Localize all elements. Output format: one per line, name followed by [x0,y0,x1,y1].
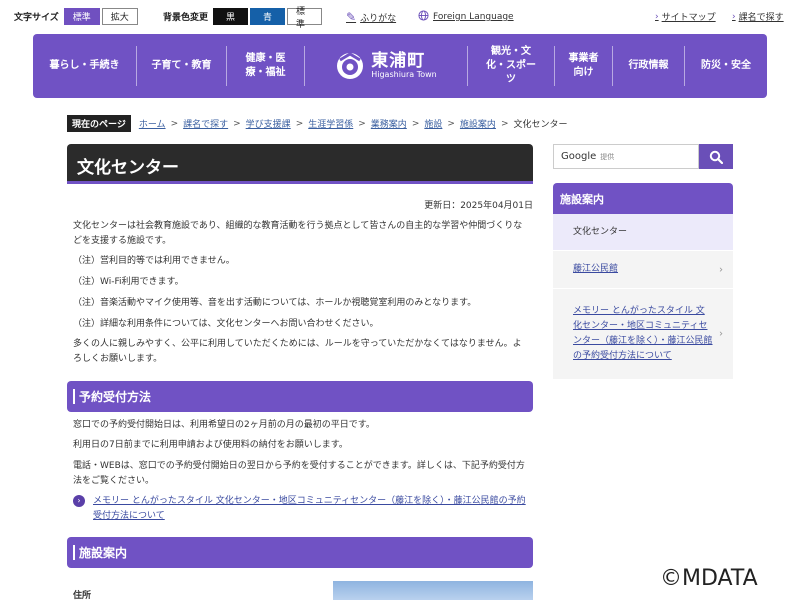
logo-japanese: 東浦町 [371,51,426,71]
breadcrumb-current: 文化センター [513,120,568,130]
nav-label: 行政情報 [628,60,669,71]
updated-date: 更新日：2025年04月01日 [424,201,533,211]
breadcrumb-separator: > [411,118,420,129]
nav-item-business[interactable]: 事業者向け [555,46,613,86]
font-size-large-button[interactable]: 拡大 [101,8,138,25]
sidebar-item-label: 文化センター [573,226,628,237]
breadcrumb-separator: > [170,118,179,129]
nav-label: 子育て・教育 [151,60,212,71]
chevron-right-icon: › [719,328,723,340]
arrow-right-icon: › [73,495,85,507]
chevron-right-icon: › [719,264,723,275]
breadcrumb: 現在のページ ホーム > 課名で探す > 学び支援課 > 生涯学習係 > 業務案内 > 施… [67,115,568,132]
breadcrumb-separator: > [295,118,304,129]
town-emblem-icon [337,52,364,79]
note-item: （注）音楽活動やマイク使用等、音を出す活動については、ホールか視聴覚室利用のみと… [73,298,477,308]
breadcrumb-link[interactable]: 施設 [424,117,442,130]
furigana-link[interactable]: ✎ ふりがな [346,10,396,24]
nav-label: 防災・安全 [701,60,751,71]
intro-text: 文化センターは社会教育施設であり、組織的な教育活動を行う拠点として皆さんの自主的… [73,221,523,246]
note-item: （注）Wi-Fi利用できます。 [73,277,184,287]
nav-item-childcare[interactable]: 子育て・教育 [137,46,227,86]
facility-photo [333,581,533,600]
sidebar-item-label: メモリー とんがったスタイル 文化センター・地区コミュニティセンター（藤江を除く… [573,306,713,361]
section-heading-reservation: 予約受付方法 [67,381,533,412]
site-logo[interactable]: 東浦町 Higashiura Town [305,34,467,98]
google-label: Google [561,151,597,162]
breadcrumb-link[interactable]: 課名で探す [183,117,228,130]
breadcrumb-separator: > [500,118,509,129]
foreign-language-link[interactable]: Foreign Language [418,10,514,24]
nav-label: 健康・医療・福祉 [245,53,286,78]
search-by-section-label: 課名で探す [738,13,784,23]
reservation-method-link[interactable]: › メモリー とんがったスタイル 文化センター・地区コミュニティセンター（藤江を… [73,494,533,524]
globe-icon [418,10,429,24]
closing-text: 多くの人に親しみやすく、公平に利用していただくためには、ルールを守っていただかな… [73,339,522,364]
sidebar-item-label: 藤江公民館 [573,264,619,274]
reservation-text: 電話・WEBは、窓口での予約受付開始日の翌日から予約を受付することができます。詳… [73,461,525,486]
sitemap-label: サイトマップ [661,13,716,23]
reservation-text: 窓口での予約受付開始日は、利用希望日の2ヶ月前の月の最初の平日です。 [73,420,375,430]
breadcrumb-link[interactable]: 施設案内 [460,117,496,130]
bg-blue-button[interactable]: 青 [250,8,286,25]
sidebar-heading: 施設案内 [553,183,733,214]
copyright-watermark: ©MDATA [660,566,758,591]
bg-color-label: 背景色変更 [163,13,209,23]
pencil-icon: ✎ [346,10,357,24]
note-item: （注）詳細な利用条件については、文化センターへお問い合わせください。 [73,319,379,329]
foreign-language-label: Foreign Language [433,12,514,22]
section-heading-facility: 施設案内 [67,537,533,568]
breadcrumb-link[interactable]: 生涯学習係 [308,117,353,130]
breadcrumb-link[interactable]: 業務案内 [371,117,407,130]
breadcrumb-head: 現在のページ [67,115,131,132]
font-size-group: 文字サイズ 標準 拡大 [14,8,140,25]
title-underline [67,181,533,184]
address-label: 住所 [73,591,92,600]
breadcrumb-link[interactable]: 学び支援課 [246,117,291,130]
logo-text: 東浦町 Higashiura Town [371,52,437,80]
search-by-section-link[interactable]: › 課名で探す [732,10,784,24]
chevron-right-icon: › [732,11,736,22]
sidebar-item-fujie-hall[interactable]: 藤江公民館 › [553,251,733,288]
note-item: （注）営利目的等では利用できません。 [73,256,235,266]
sidebar-item-reservation-method[interactable]: メモリー とんがったスタイル 文化センター・地区コミュニティセンター（藤江を除く… [553,289,733,379]
nav-item-health[interactable]: 健康・医療・福祉 [227,46,305,86]
nav-label: 暮らし・手続き [49,60,120,71]
nav-item-administration[interactable]: 行政情報 [613,46,685,86]
furigana-label: ふりがな [360,13,397,24]
sidebar-item-culture-center[interactable]: 文化センター [553,214,733,250]
breadcrumb-link[interactable]: ホーム [139,117,166,130]
breadcrumb-separator: > [233,118,241,129]
global-nav: 暮らし・手続き 子育て・教育 健康・医療・福祉 東浦町 Higashiura T… [33,34,767,98]
search-placeholder: 提供 [600,152,615,161]
breadcrumb-separator: > [358,118,366,129]
sitemap-link[interactable]: › サイトマップ [655,10,716,24]
site-search: Google 提供 [553,144,733,169]
search-input[interactable]: Google 提供 [553,144,699,169]
font-size-standard-button[interactable]: 標準 [63,8,100,25]
chevron-right-icon: › [655,11,659,22]
reservation-text: 利用日の7日前までに利用申請および使用料の納付をお願いします。 [73,440,348,450]
search-button[interactable] [699,144,733,169]
bg-color-group: 背景色変更 黒 青 標準 [163,7,324,30]
reservation-method-link-label: メモリー とんがったスタイル 文化センター・地区コミュニティセンター（藤江を除く… [93,496,526,521]
nav-label: 観光・文化・スポーツ [486,46,536,85]
breadcrumb-separator: > [447,118,455,129]
nav-item-living[interactable]: 暮らし・手続き [33,46,137,86]
font-size-label: 文字サイズ [14,13,59,23]
bg-standard-button[interactable]: 標準 [287,7,323,30]
search-icon [709,150,723,164]
nav-item-disaster[interactable]: 防災・安全 [685,46,767,86]
logo-english: Higashiura Town [371,70,437,79]
bg-black-button[interactable]: 黒 [213,8,249,25]
nav-item-tourism[interactable]: 観光・文化・スポーツ [467,46,555,86]
page-title: 文化センター [67,144,533,184]
nav-label: 事業者向け [568,53,599,78]
utility-bar: 文字サイズ 標準 拡大 背景色変更 黒 青 標準 ✎ ふりがな Foreign … [0,0,800,34]
